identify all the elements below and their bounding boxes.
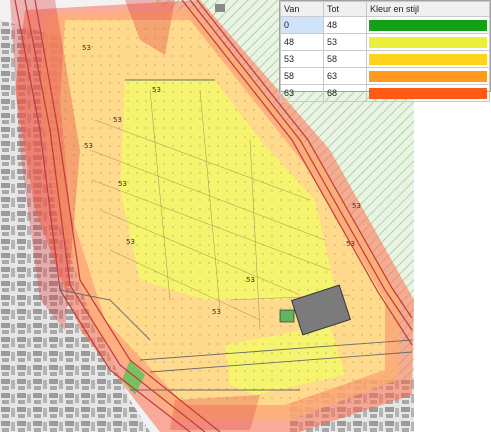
legend-row-style[interactable] [366, 67, 490, 85]
color-swatch [369, 87, 487, 99]
contour-label: 53 [82, 44, 91, 52]
legend-row-from[interactable]: 58 [280, 67, 324, 85]
legend-row-from[interactable]: 53 [280, 50, 324, 68]
legend-row[interactable]: 48 53 [280, 33, 490, 51]
legend-row-style[interactable] [366, 50, 490, 68]
legend-row-from[interactable]: 0 [280, 16, 324, 34]
legend-header-style[interactable]: Kleur en stijl [366, 1, 490, 17]
legend-row[interactable]: 58 63 [280, 67, 490, 85]
legend-row[interactable]: 63 68 [280, 84, 490, 102]
legend-table: Van Tot Kleur en stijl 0 48 48 53 53 58 [280, 1, 490, 102]
contour-label: 53 [212, 308, 221, 316]
contour-label: 53 [113, 116, 122, 124]
building-small [279, 309, 295, 323]
building-north [215, 4, 225, 12]
legend-row-to[interactable]: 58 [323, 50, 367, 68]
contour-label: 53 [126, 238, 135, 246]
contour-label: 53 [352, 202, 361, 210]
legend-row-style[interactable] [366, 84, 490, 102]
color-swatch [369, 36, 487, 48]
legend-row[interactable]: 0 48 [280, 16, 490, 34]
legend-header-row: Van Tot Kleur en stijl [280, 1, 490, 17]
legend-header-from[interactable]: Van [280, 1, 324, 17]
legend-row-to[interactable]: 63 [323, 67, 367, 85]
hotspot-south [170, 395, 260, 430]
contour-label: 53 [346, 240, 355, 248]
legend-row[interactable]: 53 58 [280, 50, 490, 68]
color-swatch [369, 70, 487, 82]
legend-row-from[interactable]: 48 [280, 33, 324, 51]
legend-panel: Van Tot Kleur en stijl 0 48 48 53 53 58 [279, 0, 491, 102]
color-swatch [369, 19, 487, 31]
legend-row-to[interactable]: 68 [323, 84, 367, 102]
color-swatch [369, 53, 487, 65]
legend-row-style[interactable] [366, 33, 490, 51]
legend-row-from[interactable]: 63 [280, 84, 324, 102]
contour-label: 53 [246, 276, 255, 284]
legend-row-to[interactable]: 48 [323, 16, 367, 34]
legend-row-style[interactable] [366, 16, 490, 34]
contour-label: 53 [84, 142, 93, 150]
contour-label: 53 [152, 86, 161, 94]
contour-label: 53 [118, 180, 127, 188]
legend-header-to[interactable]: Tot [323, 1, 367, 17]
legend-row-to[interactable]: 53 [323, 33, 367, 51]
